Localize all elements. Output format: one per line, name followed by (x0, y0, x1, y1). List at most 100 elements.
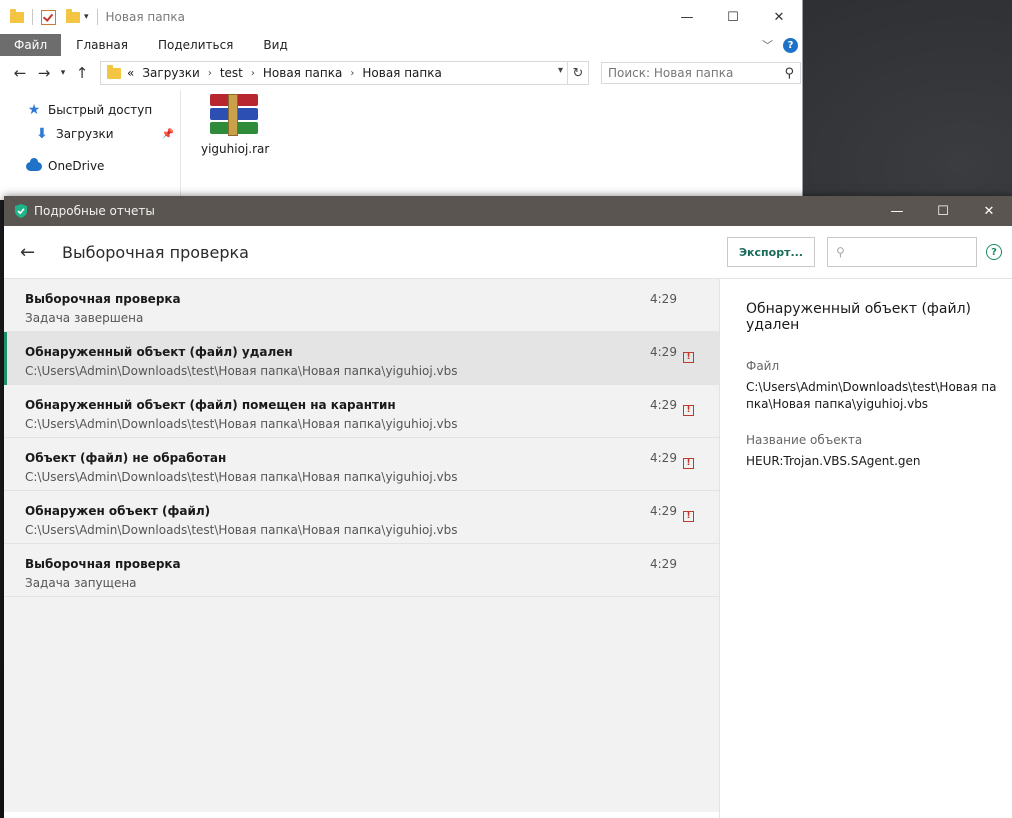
detail-title: Обнаруженный объект (файл) удален (746, 301, 971, 333)
forward-arrow-icon[interactable]: → (32, 64, 56, 82)
search-icon: ⚲ (836, 245, 845, 259)
nav-item-onedrive[interactable]: OneDrive (0, 154, 180, 178)
event-subtitle: C:\Users\Admin\Downloads\test\Новая папк… (25, 417, 458, 431)
ribbon-tabs: Файл Главная Поделиться Вид ﹀ ? (0, 34, 802, 56)
event-detail-panel: Обнаруженный объект (файл) удален Файл C… (720, 279, 1012, 818)
star-icon: ★ (27, 102, 41, 118)
explorer-search-input[interactable]: Поиск: Новая папка ⚲ (601, 62, 801, 84)
event-title: Выборочная проверка (25, 292, 181, 306)
explorer-window-controls: — ☐ ✕ (664, 0, 802, 34)
expand-ribbon-icon[interactable]: ﹀ (762, 37, 773, 53)
chevron-right-icon[interactable]: › (350, 68, 354, 79)
detail-file-label: Файл (746, 359, 780, 373)
navigation-pane: ★ Быстрый доступ ⬇ Загрузки 📌 OneDrive (0, 90, 181, 200)
chevron-right-icon[interactable]: › (251, 68, 255, 79)
event-time: 4:29 (650, 557, 677, 571)
event-row[interactable]: Выборочная проверка Задача запущена 4:29 (4, 544, 719, 597)
nav-item-quick-access[interactable]: ★ Быстрый доступ (0, 98, 180, 122)
breadcrumb-new-folder-current[interactable]: Новая папка (362, 66, 441, 80)
event-row[interactable]: Обнаруженный объект (файл) помещен на ка… (4, 385, 719, 438)
reports-window: Подробные отчеты — ☐ ✕ ← Выборочная пров… (4, 196, 1012, 818)
file-item[interactable]: yiguhioj.rar (201, 94, 269, 156)
maximize-button[interactable]: ☐ (710, 0, 756, 34)
address-bar[interactable]: « Загрузки › test › Новая папка › Новая … (100, 61, 568, 85)
nav-item-downloads[interactable]: ⬇ Загрузки 📌 (0, 122, 180, 146)
ribbon-right: ﹀ ? (762, 34, 798, 56)
explorer-title: Новая папка (105, 10, 186, 24)
breadcrumb-new-folder[interactable]: Новая папка (263, 66, 342, 80)
event-subtitle: C:\Users\Admin\Downloads\test\Новая папк… (25, 470, 458, 484)
address-row: ← → ▾ ↑ « Загрузки › test › Новая папка … (0, 56, 802, 90)
cloud-icon (26, 157, 42, 171)
tab-view[interactable]: Вид (248, 34, 302, 56)
event-time: 4:29 (650, 451, 677, 465)
close-button[interactable]: ✕ (756, 0, 802, 34)
detail-object-name-value: HEUR:Trojan.VBS.SAgent.gen (746, 454, 921, 468)
page-title: Выборочная проверка (62, 242, 249, 262)
tab-home[interactable]: Главная (61, 34, 143, 56)
refresh-button[interactable]: ↻ (568, 61, 589, 85)
toolbar-separator (96, 9, 98, 25)
event-row[interactable]: Обнаружен объект (файл) C:\Users\Admin\D… (4, 491, 719, 544)
event-list: Выборочная проверка Задача завершена 4:2… (4, 279, 720, 818)
warning-icon: ! (683, 405, 694, 416)
event-title: Обнаруженный объект (файл) удален (25, 345, 293, 359)
minimize-button[interactable]: — (874, 196, 920, 226)
export-button[interactable]: Экспорт... (727, 237, 815, 267)
tab-share[interactable]: Поделиться (143, 34, 248, 56)
event-row[interactable]: Объект (файл) не обработан C:\Users\Admi… (4, 438, 719, 491)
breadcrumb-overflow[interactable]: « (127, 66, 134, 80)
detail-file-value: C:\Users\Admin\Downloads\test\Новая папк… (746, 380, 997, 411)
event-subtitle: Задача запущена (25, 576, 137, 590)
reports-window-controls: — ☐ ✕ (874, 196, 1012, 226)
pin-icon[interactable]: 📌 (162, 129, 174, 140)
breadcrumb-test[interactable]: test (220, 66, 243, 80)
recent-locations-icon[interactable]: ▾ (56, 68, 70, 78)
reports-titlebar: Подробные отчеты — ☐ ✕ (4, 196, 1012, 226)
search-icon: ⚲ (784, 65, 794, 81)
close-button[interactable]: ✕ (966, 196, 1012, 226)
new-folder-icon[interactable] (66, 8, 80, 23)
nav-item-label: Быстрый доступ (48, 103, 153, 117)
winrar-archive-icon (210, 94, 258, 136)
help-icon[interactable]: ? (783, 37, 798, 53)
reports-search-input[interactable]: ⚲ (827, 237, 977, 267)
properties-icon[interactable] (41, 9, 56, 25)
up-arrow-icon[interactable]: ↑ (70, 64, 94, 82)
quick-access-toolbar: ▾ (0, 8, 102, 25)
warning-icon: ! (683, 458, 694, 469)
maximize-button[interactable]: ☐ (920, 196, 966, 226)
explorer-titlebar: ▾ Новая папка — ☐ ✕ (0, 0, 802, 34)
search-placeholder: Поиск: Новая папка (608, 66, 734, 80)
folder-icon (107, 64, 121, 79)
event-subtitle: C:\Users\Admin\Downloads\test\Новая папк… (25, 364, 458, 378)
detail-object-name-label: Название объекта (746, 433, 863, 447)
nav-item-label: OneDrive (48, 159, 105, 173)
tab-file[interactable]: Файл (0, 34, 62, 56)
download-icon: ⬇ (36, 126, 48, 142)
file-list: yiguhioj.rar (181, 90, 802, 200)
event-title: Выборочная проверка (25, 557, 181, 571)
customize-toolbar-icon[interactable]: ▾ (84, 12, 89, 22)
folder-icon[interactable] (10, 8, 24, 23)
event-title: Объект (файл) не обработан (25, 451, 227, 465)
event-time: 4:29 (650, 292, 677, 306)
event-row[interactable]: Выборочная проверка Задача завершена 4:2… (4, 279, 719, 332)
breadcrumb-downloads[interactable]: Загрузки (142, 66, 200, 80)
reports-header: ← Выборочная проверка Экспорт... ⚲ ? (4, 226, 1012, 279)
chevron-right-icon[interactable]: › (208, 68, 212, 79)
list-empty-area (4, 597, 719, 812)
explorer-body: ★ Быстрый доступ ⬇ Загрузки 📌 OneDrive y… (0, 90, 802, 200)
back-arrow-icon[interactable]: ← (8, 64, 32, 82)
event-title: Обнаруженный объект (файл) помещен на ка… (25, 398, 396, 412)
help-icon[interactable]: ? (986, 244, 1002, 260)
chevron-down-icon[interactable]: ▾ (558, 65, 563, 76)
back-arrow-icon[interactable]: ← (20, 242, 40, 263)
minimize-button[interactable]: — (664, 0, 710, 34)
nav-item-label: Загрузки (56, 127, 114, 141)
explorer-window: ▾ Новая папка — ☐ ✕ Файл Главная Поделит… (0, 0, 803, 200)
event-time: 4:29 (650, 398, 677, 412)
event-subtitle: Задача завершена (25, 311, 144, 325)
event-row-selected[interactable]: Обнаруженный объект (файл) удален C:\Use… (4, 332, 719, 385)
event-time: 4:29 (650, 504, 677, 518)
